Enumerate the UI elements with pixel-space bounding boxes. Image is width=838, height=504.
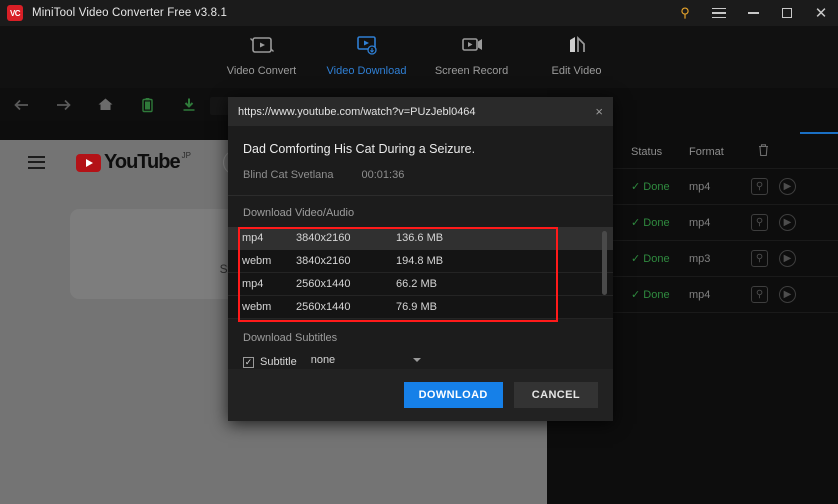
app-window: VC MiniTool Video Converter Free v3.8.1 … [0,0,838,504]
play-icon[interactable]: ▶ [779,286,796,303]
screen-record-icon [459,32,485,58]
app-title: MiniTool Video Converter Free v3.8.1 [32,7,228,19]
tab-label: Edit Video [551,65,602,77]
row-status: ✓ Done [631,253,670,265]
active-tab-indicator [800,132,838,134]
file-search-icon[interactable]: ⚲ [751,214,768,231]
key-icon[interactable]: ⚲ [668,0,702,26]
play-icon[interactable]: ▶ [779,250,796,267]
close-icon[interactable]: × [595,105,603,118]
format-ext: mp4 [242,278,264,290]
tab-label: Video Download [326,65,407,77]
video-title: Dad Comforting His Cat During a Seizure. [243,142,476,156]
download-dialog: https://www.youtube.com/watch?v=PUzJebl0… [228,97,613,421]
format-ext: webm [242,255,272,267]
row-actions: ⚲ ▶ [751,178,838,195]
play-icon[interactable]: ▶ [779,178,796,195]
dialog-body: Dad Comforting His Cat During a Seizure.… [228,126,613,195]
section-label-video: Download Video/Audio [243,207,355,219]
format-size: 66.2 MB [396,278,437,290]
subtitle-label: Subtitle [260,356,297,368]
row-format: mp4 [689,180,711,193]
clipboard-icon[interactable] [126,88,168,121]
format-resolution: 2560x1440 [296,301,351,313]
section-label-subtitles: Download Subtitles [243,332,338,344]
row-format: mp4 [689,216,711,229]
youtube-region: JP [181,151,191,160]
dialog-footer: DOWNLOAD CANCEL [228,369,613,421]
format-row[interactable]: mp4 3840x2160 136.6 MB [228,227,613,250]
youtube-play-icon [76,154,101,172]
youtube-menu-icon[interactable] [28,152,45,172]
tab-label: Video Convert [226,65,297,77]
forward-arrow-icon[interactable] [42,88,84,121]
format-resolution: 3840x2160 [296,255,351,267]
file-search-icon[interactable]: ⚲ [751,250,768,267]
file-search-icon[interactable]: ⚲ [751,286,768,303]
row-actions: ⚲ ▶ [751,214,838,231]
tab-screen-record[interactable]: Screen Record [419,32,524,77]
format-ext: webm [242,301,272,313]
edit-video-icon [564,32,590,58]
youtube-logo[interactable]: YouTube JP [76,151,191,173]
row-status: ✓ Done [631,181,670,193]
format-size: 76.9 MB [396,301,437,313]
menu-icon[interactable] [702,0,736,26]
download-icon[interactable] [168,88,210,121]
channel-name: Blind Cat Svetlana [243,169,334,181]
video-meta: Blind Cat Svetlana 00:01:36 [243,156,598,195]
format-size: 136.6 MB [396,232,444,244]
row-status: ✓ Done [631,217,670,229]
format-list-scrollbar[interactable] [602,231,607,295]
format-list-wrapper: mp4 3840x2160 136.6 MB webm 3840x2160 19… [228,227,613,322]
format-row[interactable]: webm 3840x2160 194.8 MB [228,250,613,273]
back-arrow-icon[interactable] [0,88,42,121]
play-icon[interactable]: ▶ [779,214,796,231]
row-actions: ⚲ ▶ [751,250,838,267]
format-row[interactable]: mp4 2560x1440 66.2 MB [228,273,613,296]
subtitle-select[interactable]: none [310,354,421,370]
subtitle-select-value: none [310,354,336,366]
tab-label: Screen Record [434,65,509,77]
column-header-format: Format [689,145,724,158]
column-header-status: Status [631,145,663,158]
tab-video-download[interactable]: Video Download [314,32,419,77]
app-logo: VC [7,5,23,21]
title-bar: VC MiniTool Video Converter Free v3.8.1 … [0,0,838,26]
subtitle-checkbox[interactable]: ✓ [243,356,254,368]
clear-all-cell [751,143,838,160]
format-resolution: 2560x1440 [296,278,351,290]
close-icon[interactable]: ✕ [804,0,838,26]
dialog-url-bar: https://www.youtube.com/watch?v=PUzJebl0… [228,97,613,126]
cancel-button[interactable]: CANCEL [513,382,598,408]
chevron-down-icon [412,358,421,362]
download-button[interactable]: DOWNLOAD [403,382,503,408]
minimize-icon[interactable] [736,0,770,26]
file-search-icon[interactable]: ⚲ [751,178,768,195]
dialog-url: https://www.youtube.com/watch?v=PUzJebl0… [238,105,476,118]
video-convert-icon [249,32,275,58]
home-icon[interactable] [84,88,126,121]
row-status: ✓ Done [631,289,670,301]
maximize-icon[interactable] [770,0,804,26]
video-duration: 00:01:36 [361,169,405,181]
row-format: mp4 [689,288,711,301]
main-nav: Video Convert Video Download Screen Reco… [0,26,838,88]
format-resolution: 3840x2160 [296,232,351,244]
row-format: mp3 [689,252,711,265]
row-actions: ⚲ ▶ [751,286,838,303]
window-controls: ⚲ ✕ [668,0,838,26]
tab-edit-video[interactable]: Edit Video [524,32,629,77]
trash-icon[interactable] [757,143,770,160]
format-row[interactable]: webm 2560x1440 76.9 MB [228,296,613,319]
youtube-wordmark: YouTube [104,151,181,173]
format-size: 194.8 MB [396,255,444,267]
tab-video-convert[interactable]: Video Convert [209,32,314,77]
format-ext: mp4 [242,232,264,244]
subtitle-row: ✓ Subtitle none [228,344,613,370]
format-list: mp4 3840x2160 136.6 MB webm 3840x2160 19… [228,227,613,319]
video-download-icon [354,32,380,58]
